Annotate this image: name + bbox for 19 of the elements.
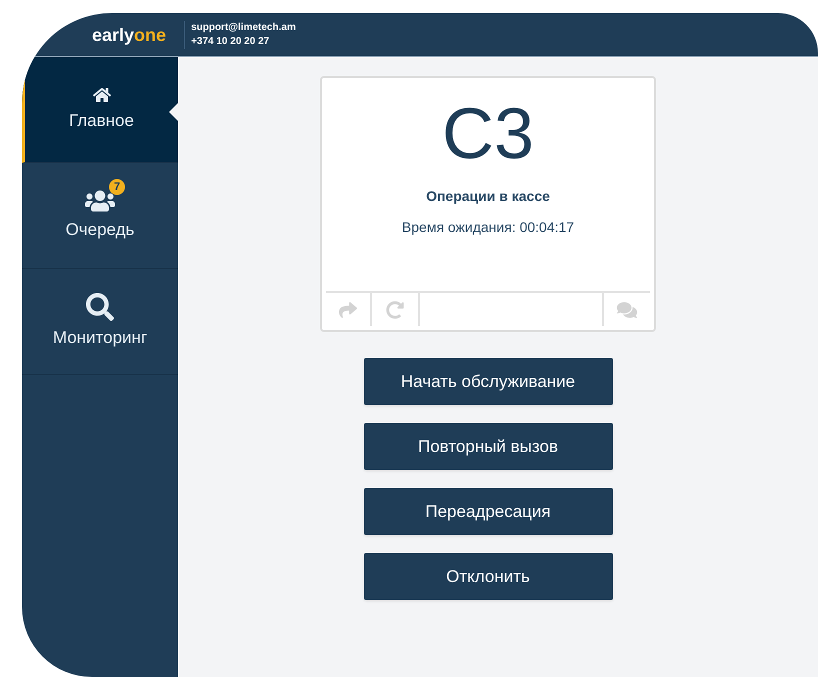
action-button[interactable]: Переадресация [364, 488, 612, 535]
service-name: Операции в кассе [426, 187, 550, 206]
search-icon [86, 292, 114, 321]
home-icon [92, 86, 110, 104]
action-button[interactable]: Повторный вызов [364, 423, 612, 470]
support-email: support@limetech.am [191, 20, 296, 34]
logo: earlyone [92, 26, 166, 44]
redo-icon [386, 300, 404, 318]
action-button[interactable]: Начать обслуживание [364, 358, 612, 405]
support-phone: +374 10 20 20 27 [191, 34, 270, 48]
ticket-number: C3 [442, 94, 534, 174]
count-badge: 7 [109, 178, 125, 195]
wait-time: Время ожидания: 00:04:17 [402, 218, 574, 237]
selection-notch [169, 103, 178, 121]
comments-icon [616, 300, 638, 318]
users-icon [85, 188, 115, 213]
nav-item[interactable]: Главное [22, 57, 178, 163]
share-arrow-icon [338, 300, 358, 318]
action-button[interactable]: Отклонить [364, 553, 612, 600]
